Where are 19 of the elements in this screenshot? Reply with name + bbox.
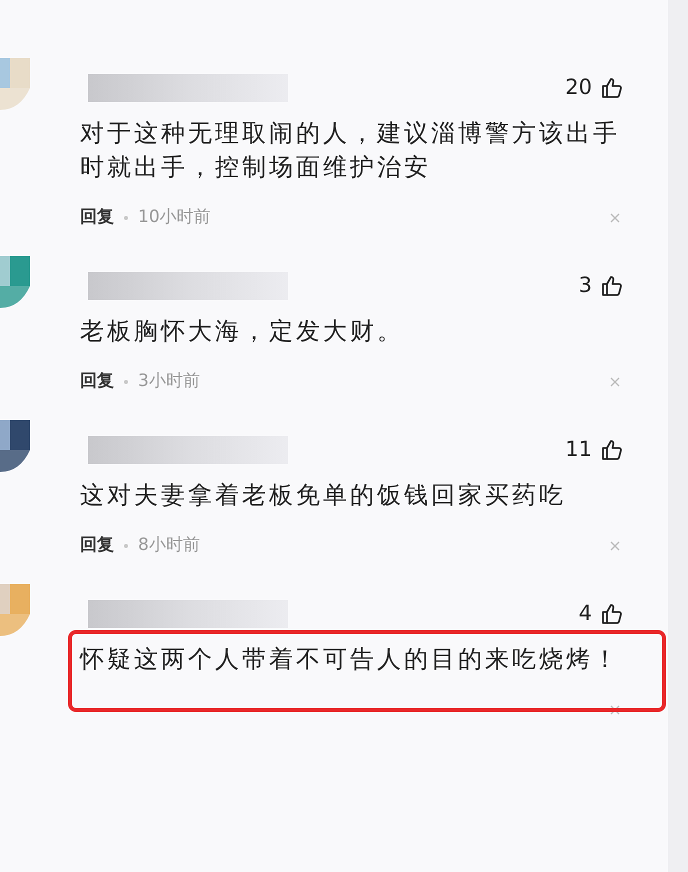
like-count: 4 xyxy=(578,600,592,628)
reply-link[interactable]: 回复 xyxy=(80,533,114,559)
like-count: 20 xyxy=(565,74,592,102)
comment-text: 这对夫妻拿着老板免单的饭钱回家买药吃 xyxy=(80,480,567,511)
comment-text: 对于这种无理取闹的人，建议淄博警方该出手时就出手，控制场面维护治安 xyxy=(80,118,621,183)
like-count: 11 xyxy=(565,436,592,464)
thumbs-up-icon[interactable] xyxy=(600,76,624,100)
reply-link[interactable]: 回复 xyxy=(80,369,114,395)
comment-text: 怀疑这两个人带着不可告人的目的来吃烧烤！ xyxy=(80,644,621,675)
timestamp: 8小时前 xyxy=(138,534,200,558)
timestamp: 3小时前 xyxy=(138,370,200,394)
timestamp: 10小时前 xyxy=(138,206,211,230)
thumbs-up-icon[interactable] xyxy=(600,274,624,298)
reply-link[interactable]: 回复 xyxy=(80,205,114,231)
like-count: 3 xyxy=(578,272,592,300)
thumbs-up-icon[interactable] xyxy=(600,438,624,462)
comment-text: 老板胸怀大海，定发大财。 xyxy=(80,316,405,347)
close-icon[interactable] xyxy=(610,705,620,715)
thumbs-up-icon[interactable] xyxy=(600,602,624,626)
